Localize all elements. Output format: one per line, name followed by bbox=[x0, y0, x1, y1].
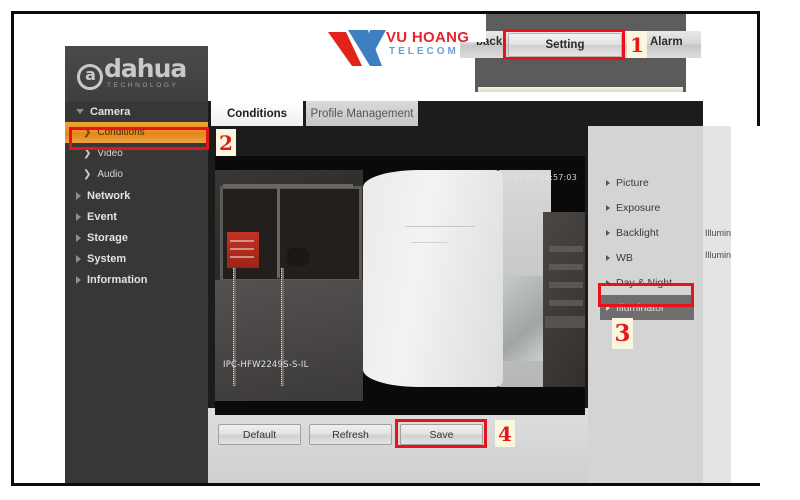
annotation-box-setting bbox=[503, 29, 625, 60]
triangle-right-icon bbox=[606, 204, 610, 211]
watermark-subtitle: TELECOM bbox=[389, 46, 459, 57]
sidebar-group-event[interactable]: Event bbox=[65, 206, 208, 227]
annotation-box-conditions bbox=[69, 127, 209, 150]
video-dark-object bbox=[287, 248, 309, 266]
annotation-marker-1: 1 bbox=[627, 31, 647, 58]
settings-label-2: Illumin bbox=[705, 250, 732, 260]
topnav-accent-line bbox=[478, 87, 683, 92]
live-video-preview[interactable]: 2022-11-24 16:57:03 IPC-HFW2249S-S-IL bbox=[215, 156, 585, 415]
annotation-box-illuminator bbox=[598, 283, 694, 307]
conditions-item-backlight[interactable]: Backlight bbox=[600, 220, 690, 245]
video-cabinet bbox=[215, 280, 363, 401]
sidebar-group-information[interactable]: Information bbox=[65, 269, 208, 290]
settings-label-1: Illumin bbox=[705, 228, 732, 238]
sidebar-group-storage[interactable]: Storage bbox=[65, 227, 208, 248]
tab-profile-management[interactable]: Profile Management bbox=[306, 101, 418, 126]
nav-alarm[interactable]: Alarm bbox=[650, 36, 683, 48]
conditions-item-wb[interactable]: WB bbox=[600, 245, 690, 270]
dahua-wordmark: dahua bbox=[104, 54, 187, 83]
refresh-button[interactable]: Refresh bbox=[309, 424, 392, 445]
video-shelf-divider bbox=[277, 188, 280, 278]
caret-right-icon bbox=[76, 212, 81, 221]
video-chair-arm bbox=[545, 316, 585, 328]
sidebar: Camera ❯ Conditions ❯ Video ❯ Audio Netw… bbox=[65, 101, 208, 483]
sidebar-group-system[interactable]: System bbox=[65, 248, 208, 269]
watermark-title: VU HOANG bbox=[386, 29, 470, 46]
video-scene-left bbox=[215, 170, 363, 401]
annotation-marker-4: 4 bbox=[495, 420, 515, 447]
caret-right-icon bbox=[76, 191, 81, 200]
video-scuff-mark bbox=[405, 226, 475, 227]
sidebar-group-system-label: System bbox=[87, 252, 127, 265]
annotation-marker-3: 3 bbox=[612, 318, 633, 349]
vu-hoang-watermark: VU HOANG TELECOM bbox=[326, 14, 486, 66]
sidebar-item-audio[interactable]: ❯ Audio bbox=[65, 164, 208, 185]
video-shelf-top-rail bbox=[223, 184, 353, 188]
conditions-item-exposure[interactable]: Exposure bbox=[600, 195, 690, 220]
triangle-right-icon bbox=[606, 229, 610, 236]
triangle-right-icon bbox=[606, 254, 610, 261]
triangle-right-icon bbox=[606, 179, 610, 186]
sidebar-group-camera[interactable]: Camera bbox=[65, 101, 208, 122]
brand-header: a dahua TECHNOLOGY bbox=[65, 46, 208, 101]
chevron-right-icon: ❯ bbox=[83, 169, 92, 180]
caret-down-icon bbox=[76, 109, 84, 114]
conditions-item-wb-label: WB bbox=[616, 251, 633, 264]
caret-right-icon bbox=[76, 275, 81, 284]
sidebar-group-network[interactable]: Network bbox=[65, 185, 208, 206]
settings-panel-clip bbox=[731, 126, 760, 483]
video-red-box bbox=[227, 232, 259, 268]
sidebar-group-camera-label: Camera bbox=[90, 105, 131, 118]
dahua-circle-a-icon: a bbox=[77, 64, 103, 90]
video-white-panel bbox=[363, 170, 503, 387]
conditions-item-picture-label: Picture bbox=[616, 176, 649, 189]
conditions-item-backlight-label: Backlight bbox=[616, 226, 659, 239]
sidebar-item-audio-label: Audio bbox=[97, 169, 123, 180]
annotation-box-save bbox=[395, 419, 487, 448]
video-timestamp-overlay: 2022-11-24 16:57:03 bbox=[488, 173, 577, 182]
conditions-item-exposure-label: Exposure bbox=[616, 201, 661, 214]
tab-conditions-label: Conditions bbox=[226, 107, 288, 120]
tab-profile-management-label: Profile Management bbox=[310, 107, 414, 120]
caret-right-icon bbox=[76, 233, 81, 242]
conditions-item-picture[interactable]: Picture bbox=[600, 170, 690, 195]
sidebar-group-information-label: Information bbox=[87, 273, 148, 286]
tab-conditions[interactable]: Conditions bbox=[211, 101, 303, 126]
video-model-overlay: IPC-HFW2249S-S-IL bbox=[223, 360, 309, 370]
default-button[interactable]: Default bbox=[218, 424, 301, 445]
sidebar-group-storage-label: Storage bbox=[87, 231, 128, 244]
caret-right-icon bbox=[76, 254, 81, 263]
screenshot-canvas: back Setting Alarm a dahua TECHNOLOGY Cam… bbox=[0, 0, 800, 500]
video-scuff-mark bbox=[411, 242, 447, 243]
refresh-button-label: Refresh bbox=[332, 428, 369, 441]
sidebar-group-event-label: Event bbox=[87, 210, 117, 223]
video-chair bbox=[543, 212, 585, 387]
sidebar-group-network-label: Network bbox=[87, 189, 131, 202]
dahua-sub-wordmark: TECHNOLOGY bbox=[107, 82, 179, 89]
annotation-marker-2: 2 bbox=[216, 129, 236, 156]
default-button-label: Default bbox=[242, 428, 277, 441]
